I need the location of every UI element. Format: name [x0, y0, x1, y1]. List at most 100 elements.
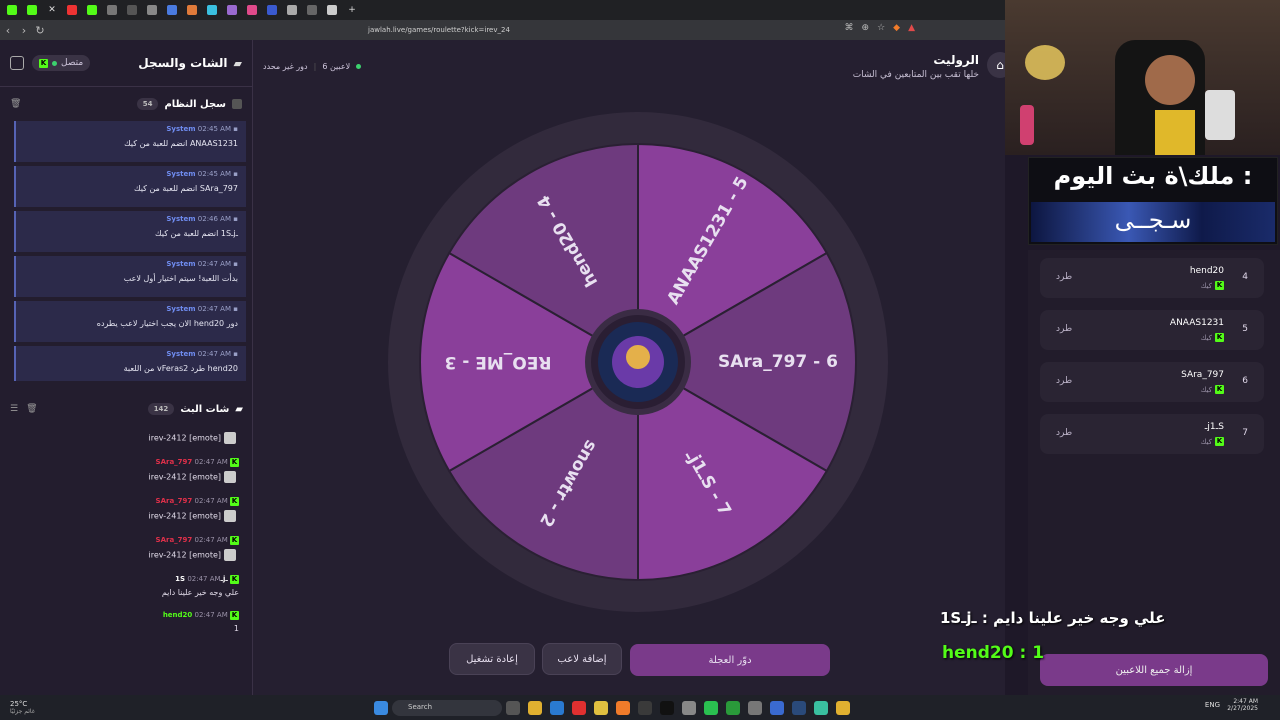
app-icon[interactable]: [638, 700, 652, 715]
system-message-text: ـjـ1S انضم للعبة من كيك: [155, 229, 238, 238]
app-tab-icon[interactable]: [144, 3, 160, 17]
explorer-icon[interactable]: [594, 700, 608, 715]
chat-time: 02:47 AM: [194, 536, 228, 544]
system-sender: System: [166, 170, 196, 178]
taskbar-search[interactable]: Search: [392, 699, 502, 716]
chat-username[interactable]: SAra_797: [156, 497, 193, 505]
brave-shield-icon[interactable]: ◆: [893, 23, 900, 33]
banner-name: سـجــى: [1114, 206, 1192, 234]
roulette-wheel[interactable]: ANAAS1231 - 5 SAra_797 - 6 ـjـ1S - 7 snowtr…: [388, 112, 888, 612]
forward-icon[interactable]: ›: [16, 24, 32, 37]
youtube-tab-icon[interactable]: [64, 3, 80, 17]
app-tab-icon[interactable]: [324, 3, 340, 17]
x-tab-icon[interactable]: ✕: [44, 3, 60, 17]
clock-time[interactable]: 2:47 AM: [1227, 698, 1258, 705]
chrome-icon[interactable]: [836, 700, 850, 715]
filter-icon[interactable]: ☰: [10, 404, 18, 414]
app-tab-icon[interactable]: [184, 3, 200, 17]
brave-icon[interactable]: [616, 700, 630, 715]
settings-icon[interactable]: [748, 700, 762, 715]
app-tab-icon[interactable]: [104, 3, 120, 17]
system-log-header: 🗑 54 سجل النظام: [0, 89, 252, 119]
kick-tab-icon[interactable]: [4, 3, 20, 17]
chat-username[interactable]: hend20: [163, 611, 192, 619]
app-icon[interactable]: [770, 700, 784, 715]
player-card: 7 ـjـ1S كيك K طرد: [1040, 414, 1264, 454]
system-message: ▪ System 02:47 AM دور hend20 الان يجب اخ…: [14, 301, 246, 342]
chat-message-text: علي وجه خير علينا دايم: [14, 588, 239, 597]
chrome-icon[interactable]: [528, 700, 542, 715]
webcam-lamp: [1025, 45, 1065, 80]
chat-username[interactable]: SAra_797: [156, 536, 193, 544]
panel-title: الشات والسجل: [138, 56, 228, 70]
spin-button[interactable]: دوّر العجلة: [630, 644, 830, 676]
stream-chat-header: ☰ 🗑 142 شات البث ▰: [0, 394, 253, 424]
players-count: 6 لاعبين: [322, 62, 351, 71]
system-message-meta: ▪ System 02:45 AM: [166, 125, 238, 133]
system-time: 02:47 AM: [197, 260, 232, 268]
player-source: كيك K: [1200, 333, 1224, 342]
system-message-text: ANAAS1231 انضم للعبة من كيك: [124, 139, 238, 148]
collapse-panel-icon[interactable]: [10, 56, 24, 70]
reload-icon[interactable]: ↻: [32, 24, 48, 37]
kick-tab-icon[interactable]: [24, 3, 40, 17]
online-dot-icon: [52, 60, 57, 66]
app-tab-icon[interactable]: [224, 3, 240, 17]
steam-icon[interactable]: [792, 700, 806, 715]
app-icon[interactable]: [814, 700, 828, 715]
kick-player-button[interactable]: طرد: [1056, 324, 1072, 334]
add-player-button[interactable]: إضافة لاعب: [542, 643, 622, 675]
app-tab-icon[interactable]: [264, 3, 280, 17]
chat-message-text: irev-2412 [emote]: [14, 471, 239, 483]
app-tab-icon[interactable]: [244, 3, 260, 17]
address-bar-actions: ⌘ ⊕ ☆ ◆ ▲: [845, 23, 915, 33]
kick-icon: K: [230, 536, 239, 545]
emote-icon: [224, 432, 236, 444]
app-tab-icon[interactable]: [284, 3, 300, 17]
youtube-icon[interactable]: [572, 700, 586, 715]
back-icon[interactable]: ‹: [0, 24, 16, 37]
player-name: ـjـ1S: [1204, 422, 1224, 432]
stream-chat-list[interactable]: irev-2412 [emote] K SAra_797 02:47 AM irev…: [0, 428, 253, 678]
clock-date[interactable]: 2/27/2025: [1227, 705, 1258, 712]
alert-icon[interactable]: ▲: [908, 23, 915, 33]
xbox-icon[interactable]: [726, 700, 740, 715]
kick-player-button[interactable]: طرد: [1056, 376, 1072, 386]
chat-bubble-icon: ▰: [233, 56, 242, 70]
system-message-meta: ▪ System 02:46 AM: [166, 215, 238, 223]
task-view-icon[interactable]: [506, 700, 520, 715]
app-tab-icon[interactable]: [124, 3, 140, 17]
kick-player-button[interactable]: طرد: [1056, 428, 1072, 438]
star-icon[interactable]: ☆: [877, 23, 885, 33]
chat-username[interactable]: SAra_797: [156, 458, 193, 466]
edge-icon[interactable]: [550, 700, 564, 715]
kick-tab-icon[interactable]: [84, 3, 100, 17]
restart-button[interactable]: إعادة تشغيل: [449, 643, 535, 675]
whatsapp-icon[interactable]: [704, 700, 718, 715]
app-icon[interactable]: [682, 700, 696, 715]
kick-player-button[interactable]: طرد: [1056, 272, 1072, 282]
chat-message: irev-2412 [emote]: [0, 432, 253, 444]
trash-icon[interactable]: 🗑: [10, 99, 21, 109]
start-icon[interactable]: [374, 700, 388, 715]
language-indicator[interactable]: ENG: [1205, 701, 1220, 709]
url-field[interactable]: jawlah.live/games/roulette?kick=irev_24: [368, 26, 510, 34]
app-tab-icon[interactable]: [204, 3, 220, 17]
app-tab-icon[interactable]: [164, 3, 180, 17]
player-name: hend20: [1189, 266, 1224, 276]
remove-all-players-button[interactable]: إزالة جميع اللاعبين: [1040, 654, 1268, 686]
new-tab-icon[interactable]: +: [344, 3, 360, 17]
wheel-segment-label: SAra_797 - 6: [718, 352, 838, 372]
system-log-list[interactable]: ▪ System 02:45 AM ANAAS1231 انضم للعبة م…: [14, 121, 246, 381]
x-icon[interactable]: [660, 700, 674, 715]
kick-icon: K: [1215, 281, 1224, 290]
webcam-bottle: [1020, 105, 1034, 145]
wheel-logo-emblem: [626, 345, 650, 369]
kick-icon: K: [1215, 437, 1224, 446]
trash-icon[interactable]: 🗑: [26, 404, 37, 414]
zoom-icon[interactable]: ⊕: [862, 23, 870, 33]
app-tab-icon[interactable]: [304, 3, 320, 17]
translate-icon[interactable]: ⌘: [845, 23, 854, 33]
chat-time: 02:47 AM: [194, 497, 228, 505]
chat-message-text: irev-2412 [emote]: [14, 549, 239, 561]
